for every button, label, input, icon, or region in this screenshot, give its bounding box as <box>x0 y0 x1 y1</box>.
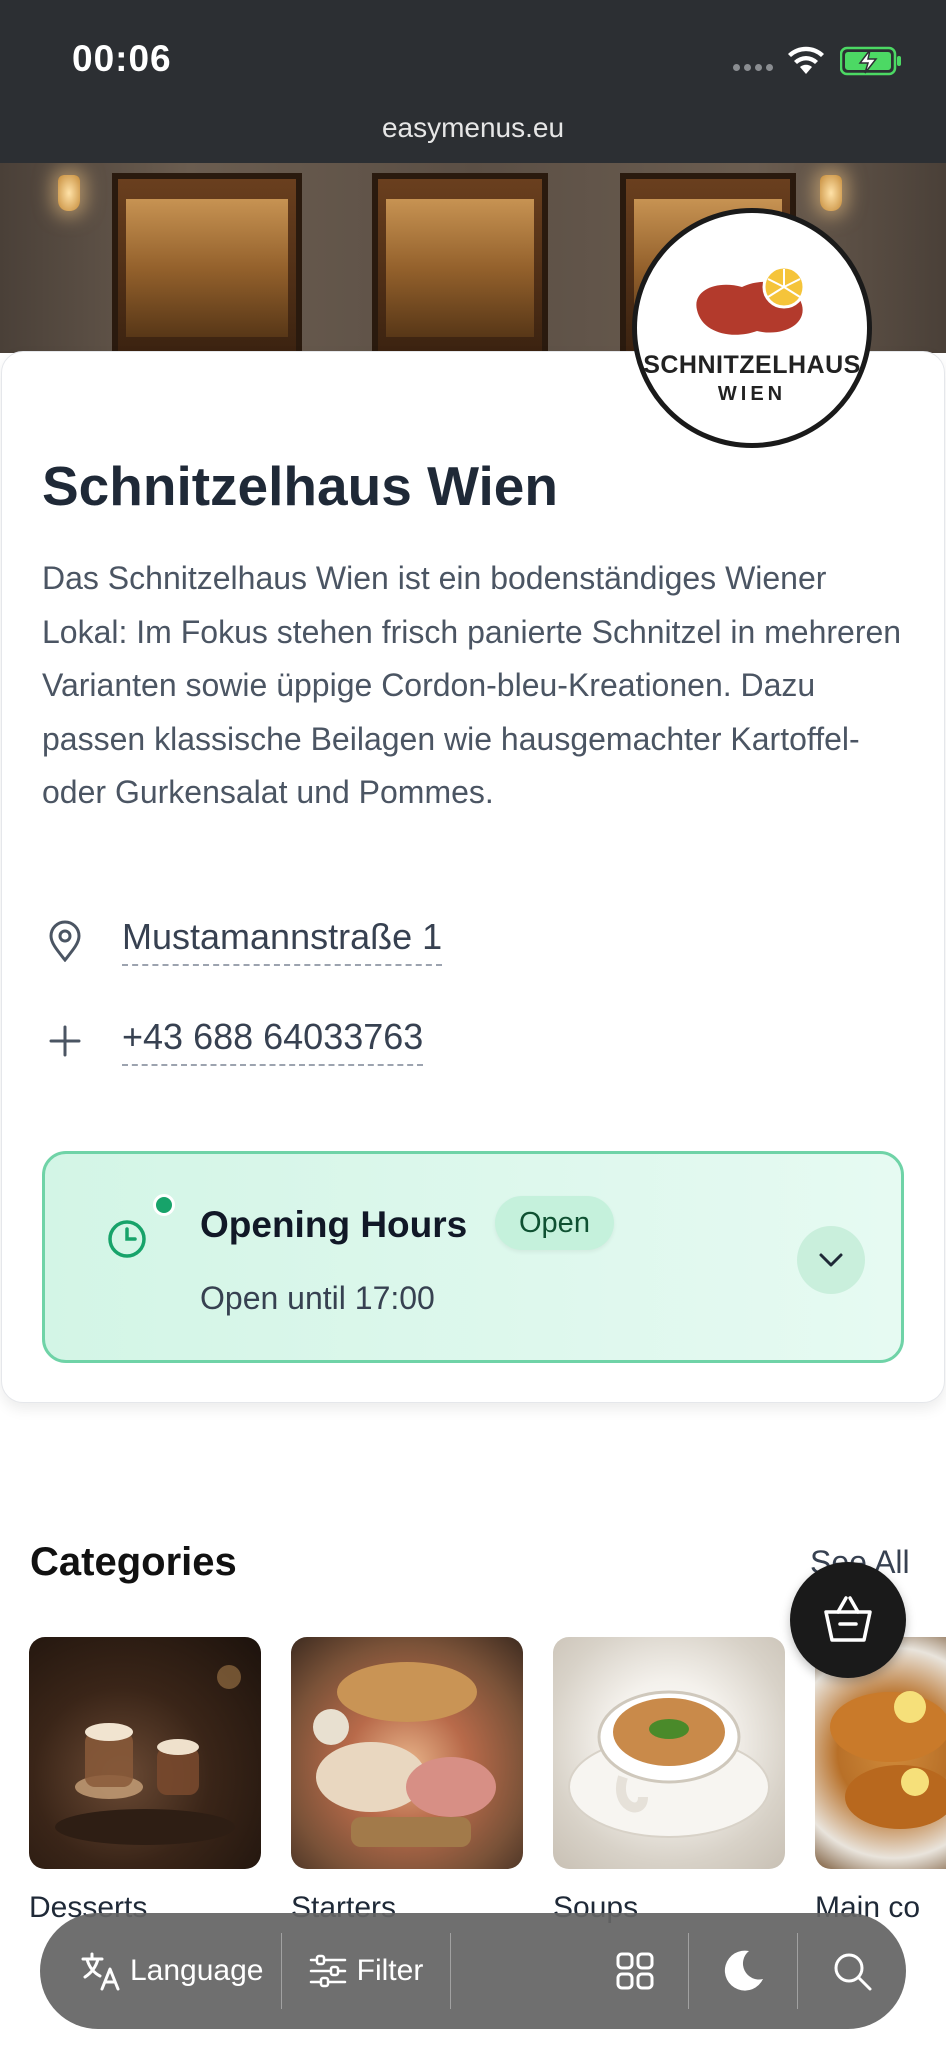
status-dot <box>153 1194 175 1216</box>
search-button[interactable] <box>798 1913 906 2029</box>
status-badge: Open <box>495 1196 614 1250</box>
translate-icon <box>81 1952 120 1991</box>
filter-label: Filter <box>356 1954 424 1987</box>
cart-button[interactable] <box>790 1562 906 1678</box>
chevron-down-icon <box>819 1253 843 1267</box>
grid-view-icon <box>616 1952 654 1990</box>
restaurant-logo: SCHNITZELHAUS WIEN <box>632 208 872 448</box>
cellular-signal-icon <box>733 64 773 71</box>
restaurant-description: Das Schnitzelhaus Wien ist ein bodenstän… <box>42 560 902 810</box>
url-bar[interactable]: easymenus.eu <box>0 112 946 144</box>
search-icon <box>834 1953 872 1991</box>
battery-charging-icon <box>840 46 901 76</box>
plus-icon <box>42 1018 88 1064</box>
language-button[interactable]: Language <box>40 1913 281 2029</box>
expand-hours-button[interactable] <box>797 1226 865 1294</box>
dark-mode-button[interactable] <box>689 1913 797 2029</box>
category-card-soups[interactable] <box>553 1637 785 1869</box>
filter-sliders-icon <box>309 1954 346 1988</box>
logo-name: SCHNITZELHAUS <box>643 351 861 379</box>
opening-hours-title: Opening Hours <box>200 1204 468 1245</box>
opening-hours-panel[interactable]: Opening Hours Open Open until 17:00 <box>42 1151 904 1363</box>
phone-link[interactable]: +43 688 64033763 <box>122 1016 424 1066</box>
location-pin-icon <box>42 918 88 964</box>
opening-hours-subtitle: Open until 17:00 <box>200 1280 435 1316</box>
address-row[interactable]: Mustamannstraße 1 <box>42 916 443 966</box>
shopping-basket-icon <box>824 1596 872 1642</box>
wifi-icon <box>788 46 824 74</box>
category-card-starters[interactable] <box>291 1637 523 1869</box>
filter-button[interactable]: Filter <box>282 1913 450 2029</box>
language-label: Language <box>130 1954 264 1987</box>
clock-time: 00:06 <box>72 38 172 79</box>
toolbar-divider <box>450 1933 451 2009</box>
category-card-desserts[interactable] <box>29 1637 261 1869</box>
page-title: Schnitzelhaus Wien <box>42 455 558 517</box>
address-link[interactable]: Mustamannstraße 1 <box>122 916 443 966</box>
moon-icon <box>724 1950 763 1991</box>
grid-view-button[interactable] <box>582 1913 688 2029</box>
categories-title: Categories <box>30 1540 237 1584</box>
status-bar: 00:06 easymenus.eu <box>0 0 946 163</box>
phone-row[interactable]: +43 688 64033763 <box>42 1016 424 1066</box>
logo-sub: WIEN <box>717 383 787 405</box>
schnitzel-logo-icon <box>696 265 806 335</box>
bottom-toolbar: Language Filter <box>40 1913 906 2029</box>
clock-icon <box>108 1220 146 1258</box>
